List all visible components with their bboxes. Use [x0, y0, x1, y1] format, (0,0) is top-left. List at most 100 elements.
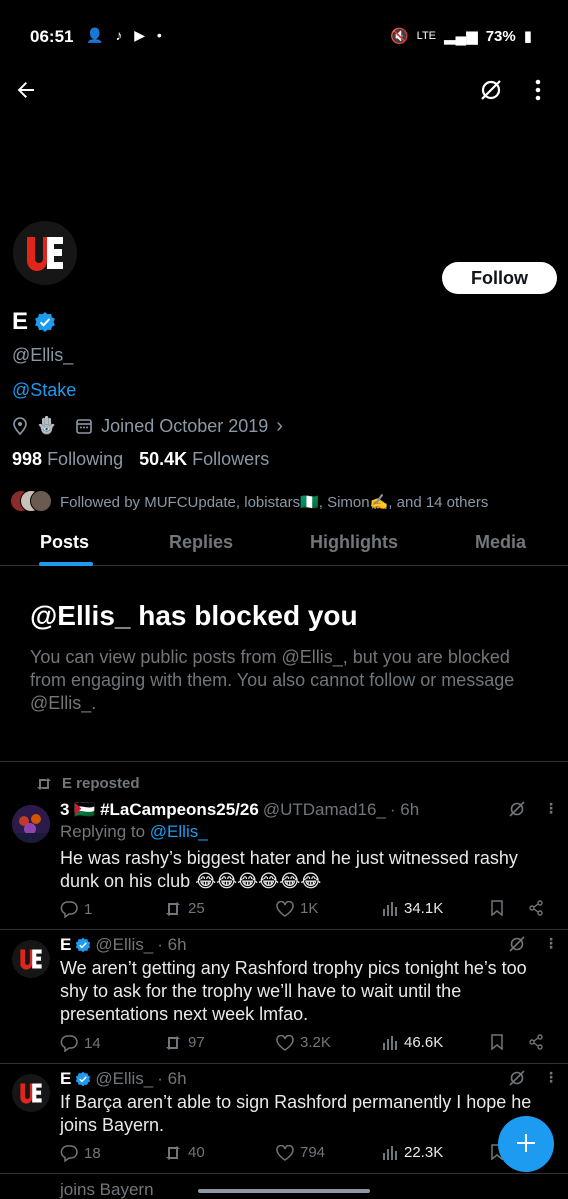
reply-icon	[60, 1145, 78, 1162]
tab-media[interactable]: Media	[475, 532, 526, 553]
repost-button[interactable]: 40	[164, 1144, 205, 1161]
replying-to: Replying to @Ellis_	[60, 822, 208, 841]
post-author-name[interactable]: 3 🇵🇸 #LaCampeons25/26	[60, 800, 259, 820]
tab-replies[interactable]: Replies	[169, 532, 233, 553]
repost-icon	[166, 1035, 180, 1050]
repost-button[interactable]: 97	[164, 1034, 205, 1051]
post-time: · 6h	[389, 800, 420, 819]
post-avatar[interactable]	[12, 940, 50, 978]
bookmark-button[interactable]	[490, 900, 504, 916]
tab-posts[interactable]: Posts	[40, 532, 89, 553]
repost-icon	[37, 777, 51, 790]
share-button[interactable]	[528, 1034, 544, 1050]
bookmark-icon	[491, 900, 503, 916]
ue-logo-icon	[20, 1083, 42, 1104]
grok-button[interactable]	[478, 74, 506, 106]
followed-by[interactable]: Followed by MUFCUpdate, lobistars🇳🇬, Sim…	[10, 489, 558, 515]
profile-avatar[interactable]	[10, 218, 80, 288]
tab-highlights[interactable]: Highlights	[310, 532, 398, 553]
share-icon	[529, 900, 543, 916]
status-time: 06:51	[30, 27, 74, 46]
profile-tabs: Posts Replies Highlights Media	[0, 520, 568, 566]
views-icon	[383, 901, 397, 916]
reply-button[interactable]: 14	[60, 1034, 101, 1052]
verified-badge-icon	[76, 937, 91, 953]
post-time: · 6h	[157, 1069, 187, 1088]
views-button[interactable]: 46.6K	[382, 1034, 443, 1051]
blocked-description: You can view public posts from @Ellis_, …	[30, 647, 515, 713]
reply-icon	[60, 901, 78, 918]
reply-button[interactable]: 18	[60, 1144, 101, 1162]
following-link[interactable]: 998 Following	[12, 449, 123, 470]
more-vertical-icon	[535, 79, 541, 101]
views-button[interactable]: 22.3K	[382, 1144, 443, 1161]
reply-button[interactable]: 1	[60, 900, 92, 918]
top-bar	[0, 70, 568, 110]
arrow-left-icon	[17, 82, 34, 98]
battery-icon: ▮	[523, 28, 532, 45]
post-author-handle[interactable]: @Ellis_	[95, 1069, 153, 1089]
post-more-icon[interactable]: ⋮	[544, 1069, 558, 1086]
post-avatar[interactable]	[12, 805, 50, 843]
post-time: · 6h	[157, 935, 187, 954]
heart-icon	[276, 1144, 294, 1161]
divider	[0, 761, 568, 762]
bookmark-icon	[491, 1034, 503, 1050]
followers-link[interactable]: 50.4K Followers	[139, 449, 269, 470]
post-avatar[interactable]	[12, 1074, 50, 1112]
post-author-name[interactable]: E	[60, 935, 71, 955]
compose-post-button[interactable]	[498, 1116, 554, 1172]
replying-to-handle[interactable]: @Ellis_	[150, 822, 208, 841]
post-header: 3 🇵🇸 #LaCampeons25/26 @UTDamad16_ · 6h	[60, 800, 419, 820]
home-indicator[interactable]	[198, 1189, 370, 1193]
views-icon	[383, 1145, 397, 1160]
post-more-icon[interactable]: ⋮	[544, 935, 558, 952]
hamsa-emoji-icon: 🪬	[36, 416, 58, 435]
display-name: E	[12, 308, 56, 336]
post-actions: 18 40 794 22.3K	[60, 1144, 550, 1166]
crowd-avatar-icon	[12, 805, 50, 843]
more-options-button[interactable]	[528, 74, 548, 106]
verified-badge-icon	[76, 1071, 91, 1087]
repost-button[interactable]: 25	[164, 900, 205, 917]
reply-icon	[60, 1035, 78, 1052]
post-author-name[interactable]: E	[60, 1069, 71, 1089]
share-button[interactable]	[528, 900, 544, 916]
network-label: LTE	[416, 30, 436, 42]
active-tab-indicator	[39, 562, 93, 566]
follow-button[interactable]: Follow	[442, 262, 557, 294]
location-icon	[13, 417, 27, 435]
follow-counts: 998 Following 50.4K Followers	[12, 449, 269, 470]
like-button[interactable]: 794	[276, 1144, 325, 1161]
mute-icon: 🔇	[389, 28, 409, 45]
post-header: E @Ellis_ · 6h	[60, 1069, 187, 1089]
chevron-right-icon[interactable]: ›	[276, 415, 283, 438]
like-button[interactable]: 3.2K	[276, 1034, 331, 1051]
post-more-icon[interactable]: ⋮	[544, 800, 558, 817]
divider	[0, 929, 568, 930]
views-button[interactable]: 34.1K	[382, 900, 443, 917]
profile-handle: @Ellis_	[12, 345, 74, 365]
repost-icon	[166, 901, 180, 916]
grok-icon[interactable]	[508, 800, 526, 818]
bookmark-button[interactable]	[490, 1034, 504, 1050]
grok-icon[interactable]	[508, 1069, 526, 1087]
post-text: We aren’t getting any Rashford trophy pi…	[60, 958, 527, 1024]
followed-by-text: Followed by MUFCUpdate, lobistars🇳🇬, Sim…	[60, 494, 489, 511]
status-right: 🔇 LTE ▂▄▆ 73% ▮	[389, 27, 532, 46]
display-name-text: E	[12, 308, 29, 335]
back-button[interactable]	[14, 72, 42, 108]
blocked-title: @Ellis_ has blocked you	[30, 600, 358, 631]
heart-icon	[276, 1034, 294, 1051]
grok-icon	[481, 80, 501, 100]
bio-link[interactable]: @Stake	[12, 380, 76, 401]
post-text: If Barça aren’t able to sign Rashford pe…	[60, 1092, 532, 1135]
ue-logo-icon	[20, 949, 42, 970]
grok-icon[interactable]	[508, 935, 526, 953]
verified-badge-icon[interactable]	[34, 311, 56, 333]
joined-date: Joined October 2019	[101, 415, 269, 436]
post-author-handle[interactable]: @Ellis_	[95, 935, 153, 955]
like-button[interactable]: 1K	[276, 900, 318, 917]
repost-icon	[166, 1145, 180, 1160]
post-author-handle[interactable]: @UTDamad16_	[263, 800, 386, 820]
